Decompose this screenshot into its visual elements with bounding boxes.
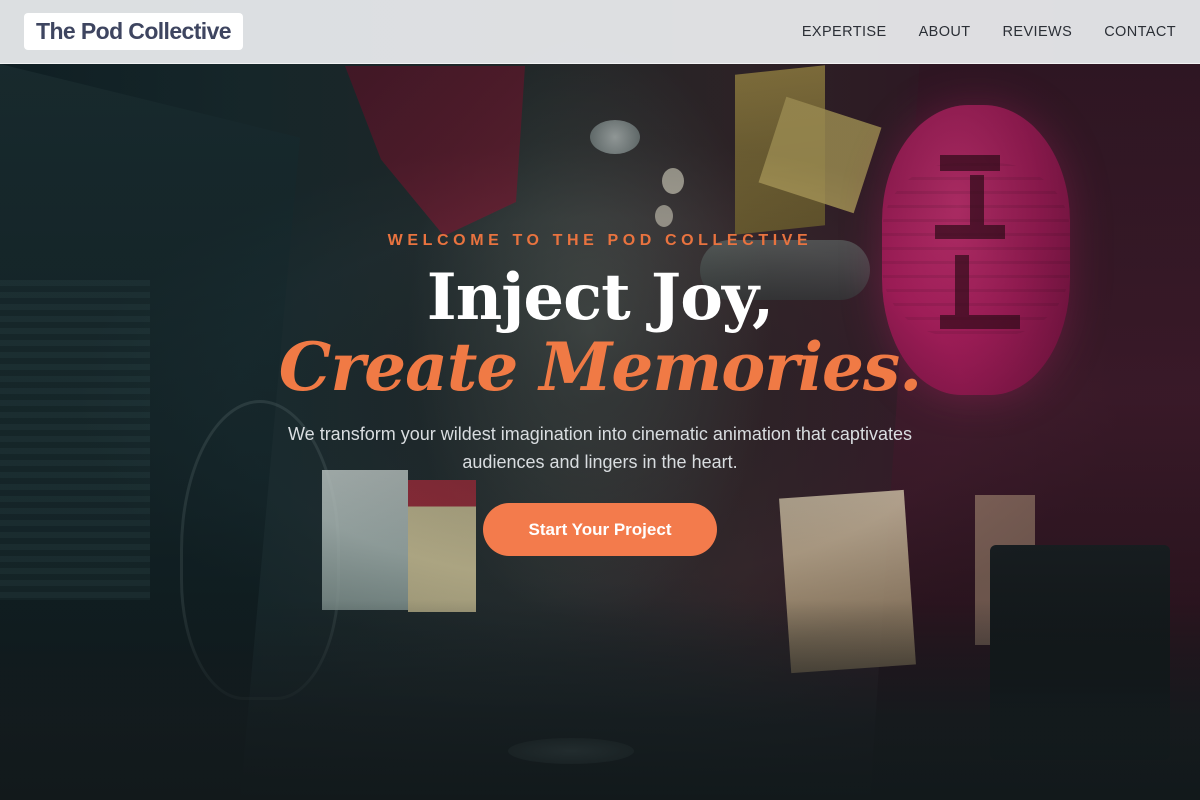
- nav-link-contact[interactable]: CONTACT: [1104, 24, 1176, 40]
- hero-headline: Inject Joy, Create Memories.: [0, 260, 1200, 406]
- headline-line-2: Create Memories.: [278, 328, 922, 406]
- hero-section: WELCOME TO THE POD COLLECTIVE Inject Joy…: [0, 232, 1200, 556]
- start-project-button[interactable]: Start Your Project: [483, 503, 717, 556]
- nav-link-expertise[interactable]: EXPERTISE: [802, 24, 887, 40]
- main-nav: EXPERTISE ABOUT REVIEWS CONTACT: [802, 24, 1176, 40]
- hero-subtext: We transform your wildest imagination in…: [288, 424, 912, 472]
- nav-link-reviews[interactable]: REVIEWS: [1003, 24, 1073, 40]
- nav-link-about[interactable]: ABOUT: [919, 24, 971, 40]
- site-header: The Pod Collective EXPERTISE ABOUT REVIE…: [0, 0, 1200, 64]
- brand-logo-link[interactable]: The Pod Collective: [24, 13, 243, 50]
- headline-line-1: Inject Joy,: [426, 260, 774, 335]
- hero-eyebrow: WELCOME TO THE POD COLLECTIVE: [387, 232, 813, 249]
